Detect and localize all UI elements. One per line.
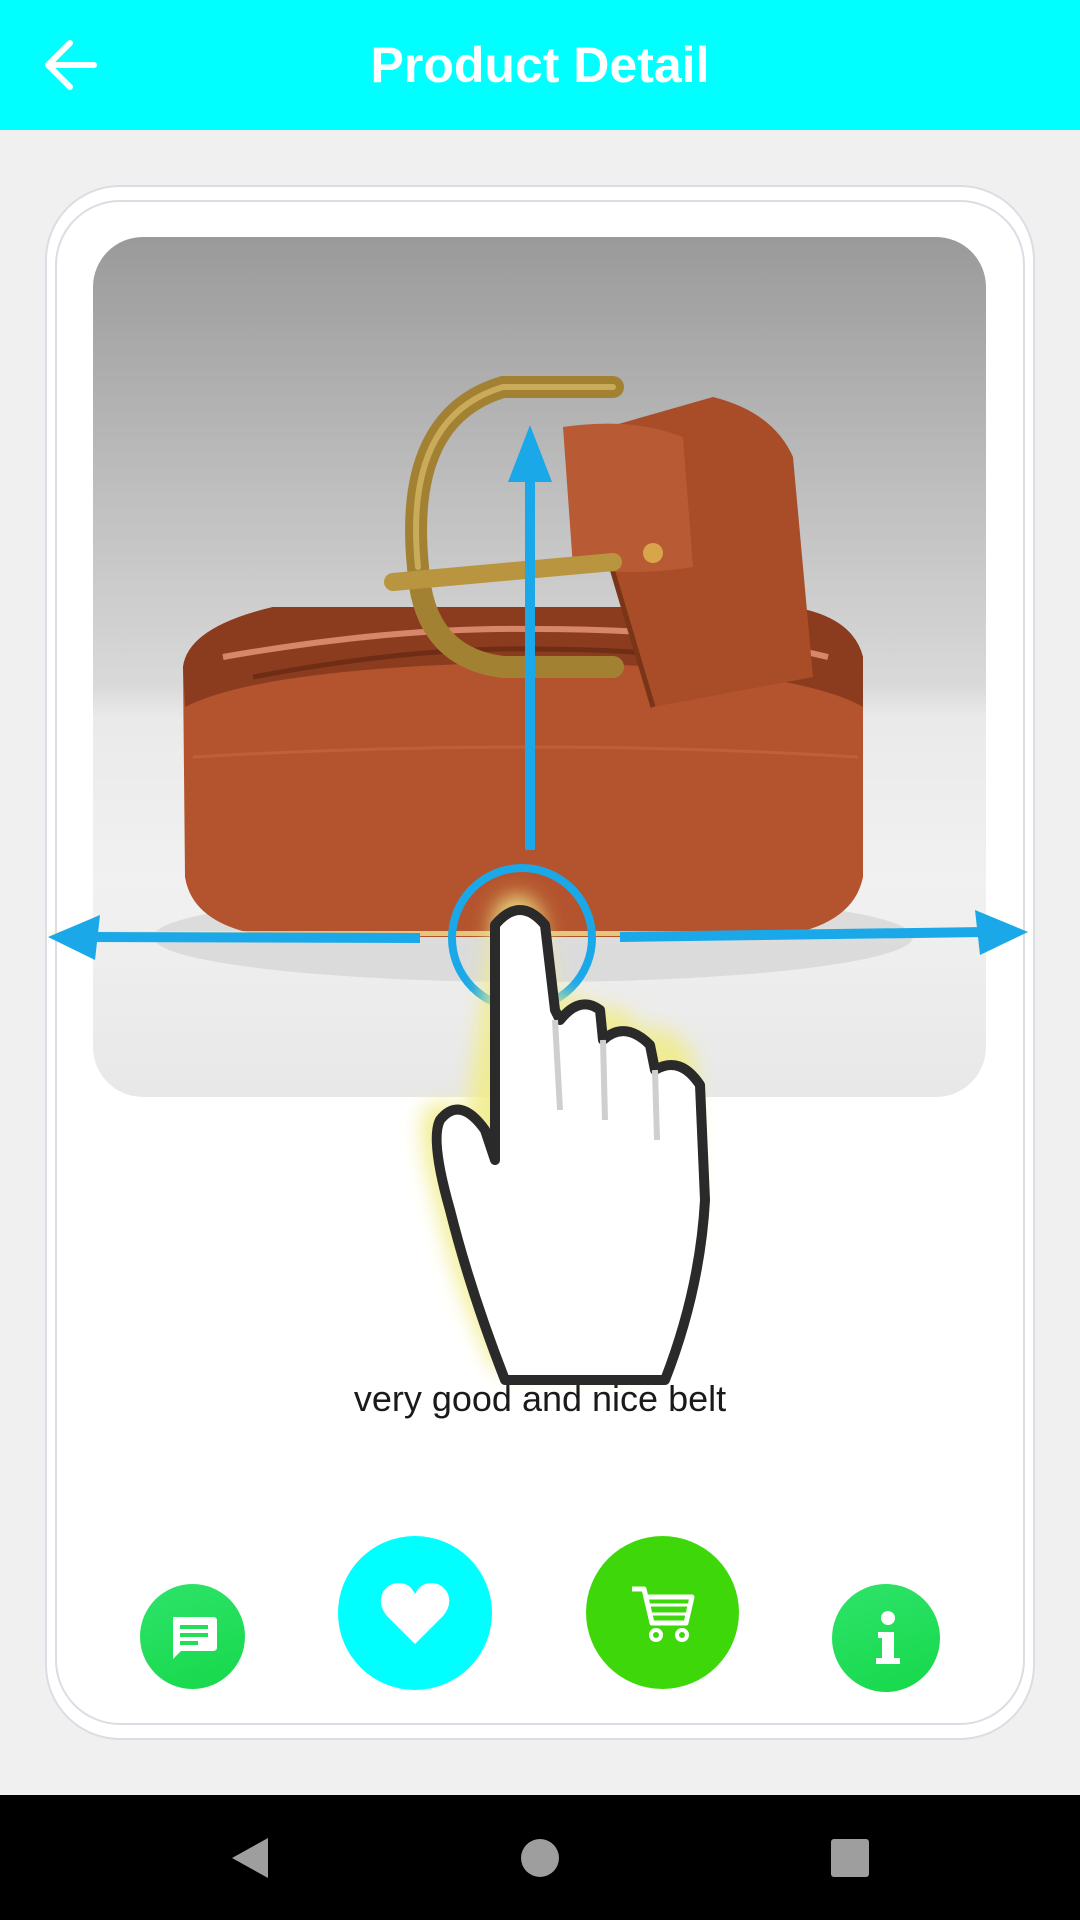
nav-back-icon	[232, 1837, 268, 1878]
nav-home-icon	[521, 1838, 559, 1877]
nav-recents-button[interactable]	[800, 1795, 900, 1920]
system-nav-bar	[0, 1795, 1080, 1920]
heart-icon	[380, 1583, 450, 1644]
cart-button[interactable]	[586, 1536, 739, 1689]
product-description: very good and nice belt	[353, 1378, 727, 1419]
chat-button[interactable]	[140, 1584, 245, 1689]
nav-back-button[interactable]	[200, 1795, 300, 1920]
favorite-button[interactable]	[338, 1536, 492, 1690]
arrow-left-icon	[45, 40, 97, 90]
chat-icon	[172, 1616, 217, 1659]
nav-home-button[interactable]	[490, 1795, 590, 1920]
belt-illustration	[153, 376, 913, 982]
nav-recents-icon	[831, 1838, 869, 1877]
info-button[interactable]	[832, 1584, 940, 1692]
app-bar: Product Detail	[0, 0, 1080, 130]
back-button[interactable]	[28, 25, 108, 105]
product-image[interactable]	[93, 237, 986, 1097]
info-icon	[876, 1611, 900, 1664]
page-title: Product Detail	[370, 37, 710, 93]
cart-icon	[631, 1586, 694, 1642]
